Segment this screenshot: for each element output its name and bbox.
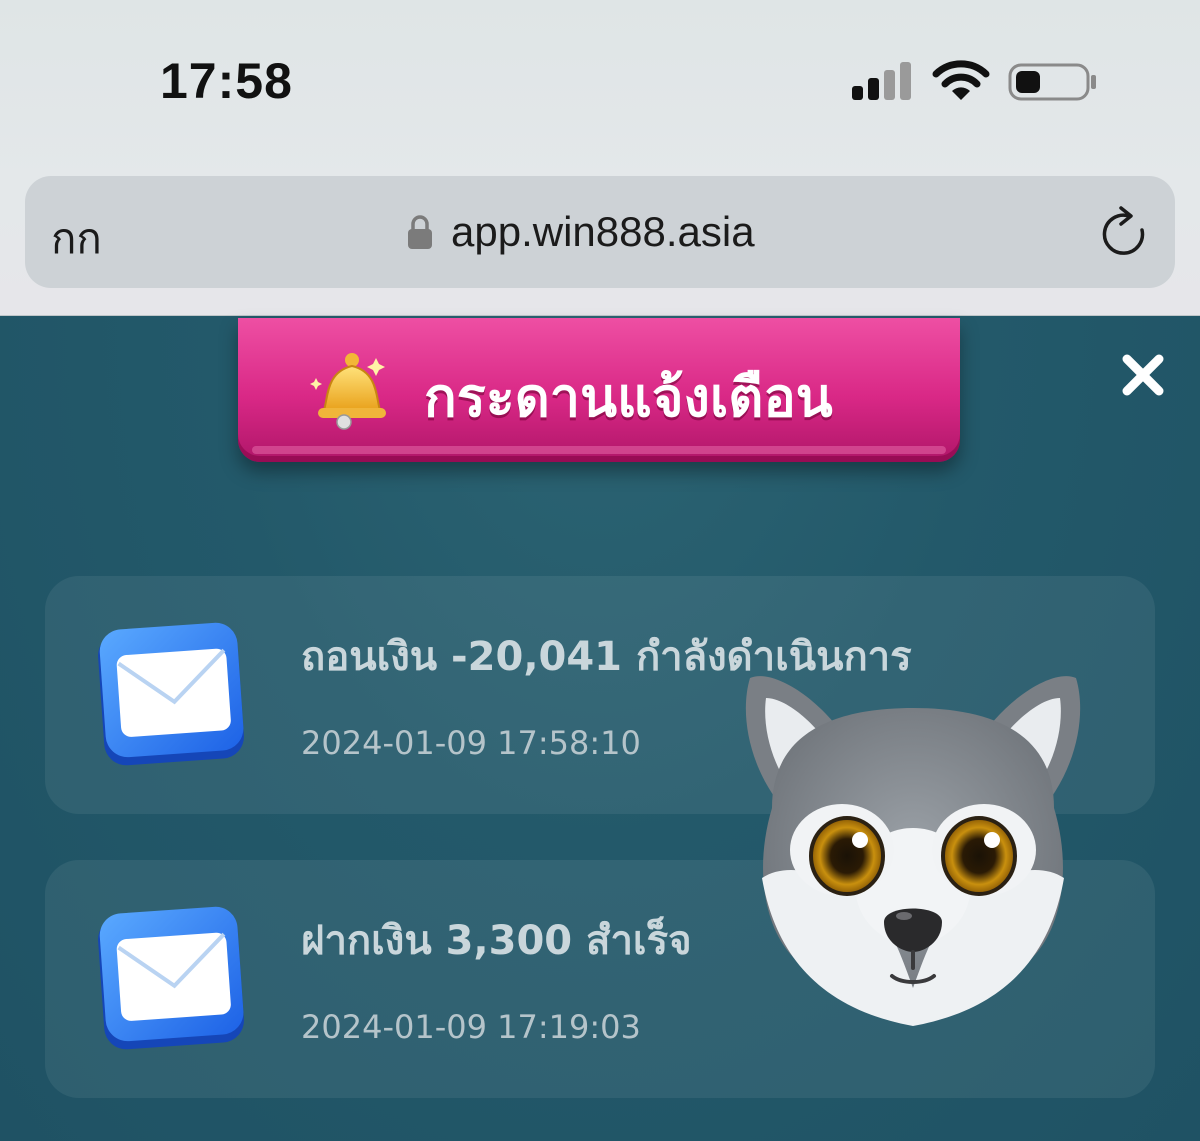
- bell-icon: [310, 353, 386, 430]
- address-bar[interactable]: กก app.win888.asia: [25, 176, 1175, 288]
- notification-timestamp: 2024-01-09 17:19:03: [301, 1008, 641, 1046]
- notification-title: ฝากเงิน 3,300 สำเร็จ: [301, 918, 692, 964]
- battery-icon: [1008, 63, 1096, 101]
- board-header: กระดานแจ้งเตือน: [238, 318, 960, 462]
- reload-icon[interactable]: [1099, 204, 1149, 258]
- url-display[interactable]: app.win888.asia: [407, 206, 755, 258]
- board-title: กระดานแจ้งเตือน: [424, 366, 833, 429]
- notification-timestamp: 2024-01-09 17:58:10: [301, 724, 641, 762]
- envelope-icon: [98, 906, 244, 1050]
- browser-chrome: 17:58 กก app.win888.asia: [0, 0, 1200, 316]
- notification-board: กระดานแจ้งเตือน ถอนเงิน -20,041 กำลังดำเ…: [0, 316, 1200, 1141]
- close-icon[interactable]: [1118, 350, 1168, 400]
- envelope-icon: [98, 622, 244, 766]
- url-text: app.win888.asia: [451, 208, 755, 255]
- status-time: 17:58: [160, 53, 293, 109]
- text-size-button[interactable]: กก: [51, 206, 102, 272]
- wifi-icon: [932, 60, 990, 100]
- lock-icon: [408, 215, 432, 249]
- wolf-mascot-icon: [745, 676, 1081, 1026]
- cellular-signal-icon: [850, 60, 914, 102]
